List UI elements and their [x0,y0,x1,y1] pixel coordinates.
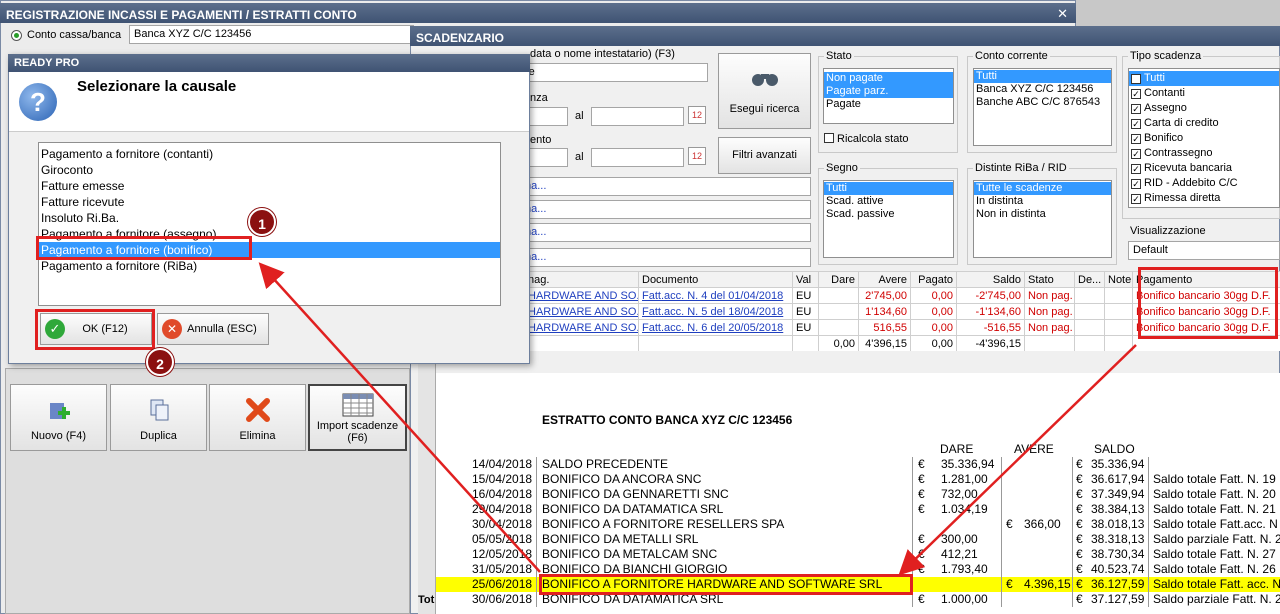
step-badge-two: 2 [146,348,174,376]
arrow-to-selected-option [258,262,541,573]
annotation-arrows [258,262,1137,576]
arrow-to-statement-row [898,344,1137,576]
step-badge-one: 1 [248,208,276,236]
